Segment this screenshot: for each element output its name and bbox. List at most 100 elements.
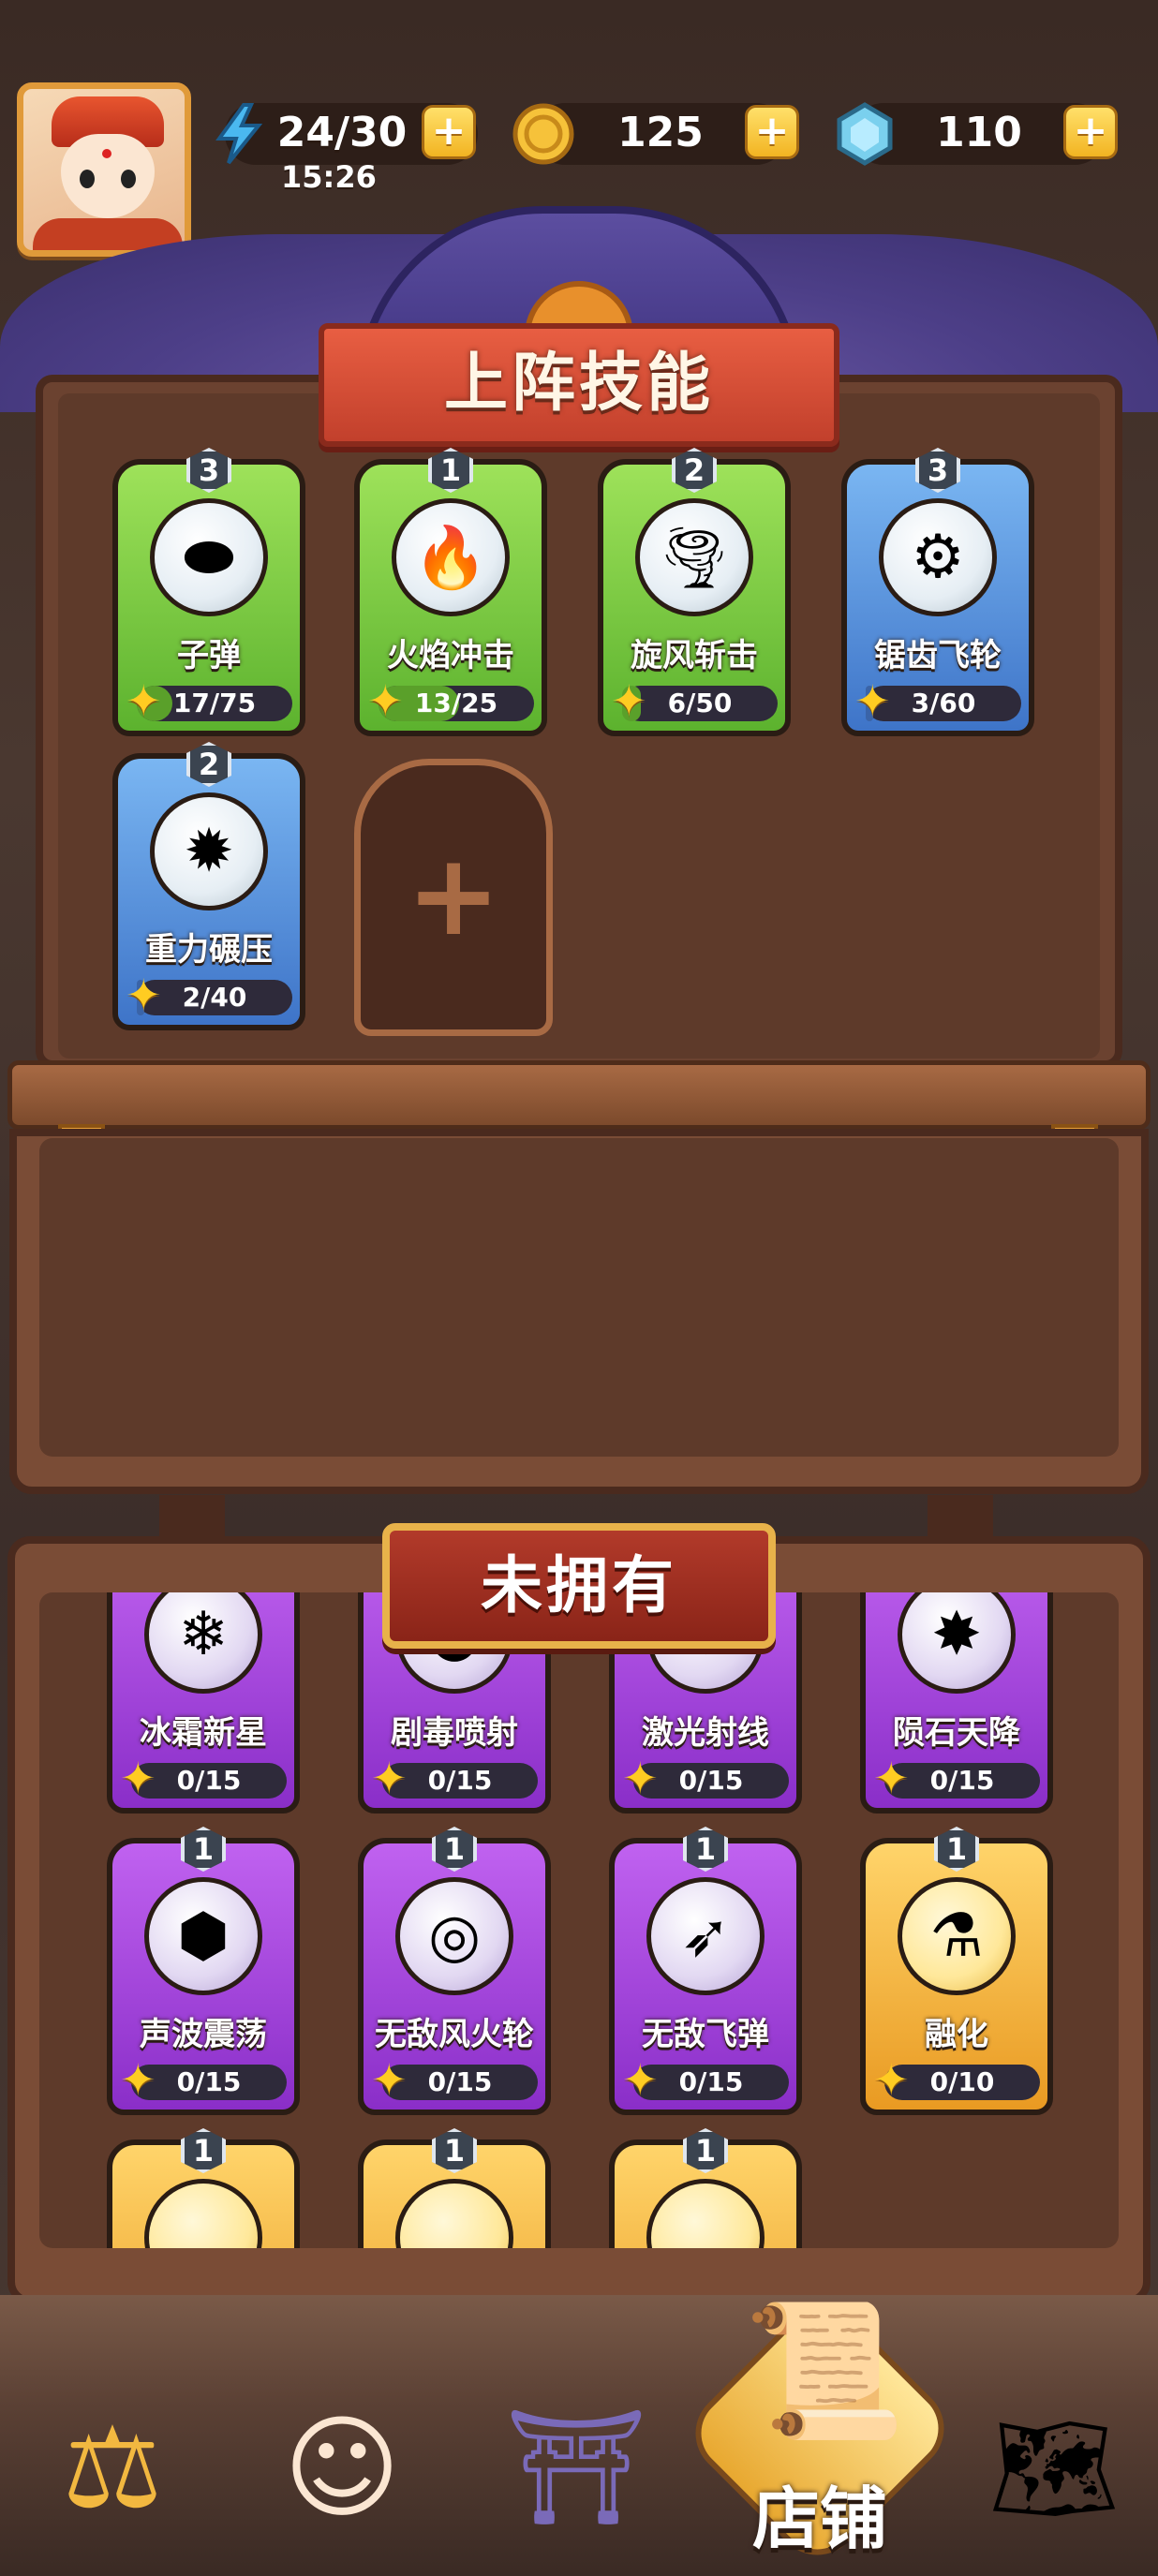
- shard-icon: ✦: [120, 2054, 156, 2105]
- sonic-cube-icon: ⬢: [144, 1877, 262, 1995]
- temple-icon: ⛩: [504, 2403, 648, 2533]
- skill-progress-text: 3/60: [911, 688, 976, 718]
- skill-name: 子弹: [177, 637, 241, 674]
- gold-skill-icon: [144, 2179, 262, 2248]
- skill-card[interactable]: 1 🔥 火焰冲击 13/25 ✦: [354, 448, 547, 736]
- gold-coin-icon: [511, 101, 576, 167]
- wooden-shelf: [7, 1060, 1151, 1130]
- nav-hero[interactable]: ☺: [253, 2379, 431, 2557]
- shard-icon: ✦: [611, 675, 647, 726]
- plus-icon: +: [406, 831, 501, 961]
- frost-nova-icon: ❄: [144, 1592, 262, 1694]
- fire-staff-icon: 🔥: [392, 498, 510, 616]
- skill-card[interactable]: 1: [609, 2128, 802, 2248]
- gold-skill-icon: [646, 2179, 765, 2248]
- skill-name: 无敌飞弹: [642, 2016, 769, 2053]
- nav-map[interactable]: 🗺: [965, 2379, 1143, 2557]
- skill-card[interactable]: 3 ⬬ 子弹 17/75 ✦: [112, 448, 305, 736]
- shard-icon: ✦: [367, 675, 404, 726]
- shard-icon: ✦: [854, 675, 891, 726]
- skill-card[interactable]: 1 ◎ 无敌风火轮 0/15 ✦: [358, 1827, 551, 2115]
- skill-progress-text: 0/10: [929, 2066, 995, 2097]
- skill-progress-text: 13/25: [414, 688, 498, 718]
- skill-level-badge: 1: [432, 1827, 477, 1872]
- skill-name: 旋风斩击: [631, 637, 758, 674]
- skill-progress-text: 0/15: [427, 1765, 493, 1796]
- saw-wheel-icon: ⚙: [879, 498, 997, 616]
- lightning-icon: [206, 101, 272, 167]
- shard-icon: ✦: [120, 1753, 156, 1803]
- skill-name: 无敌风火轮: [375, 2016, 534, 2053]
- player-avatar[interactable]: [17, 82, 191, 257]
- gem-icon: [832, 101, 898, 167]
- skill-card[interactable]: 1: [358, 2128, 551, 2248]
- shard-icon: ✦: [371, 2054, 408, 2105]
- skill-progress-text: 0/15: [929, 1765, 995, 1796]
- add-energy-button[interactable]: +: [422, 105, 476, 159]
- add-gold-button[interactable]: +: [745, 105, 799, 159]
- unowned-title: 未拥有: [481, 1549, 677, 1621]
- skill-progress-text: 0/15: [678, 2066, 744, 2097]
- skill-name: 火焰冲击: [387, 637, 514, 674]
- shard-icon: ✦: [126, 970, 162, 1020]
- unowned-skill-list[interactable]: ❄冰霜新星0/15✦●剧毒喷射0/15✦✦激光射线0/15✦✸陨石天降0/15✦…: [39, 1592, 1119, 2248]
- skill-card[interactable]: 1 ⬢ 声波震荡 0/15 ✦: [107, 1827, 300, 2115]
- skill-level-badge: 1: [181, 2128, 226, 2173]
- skill-name: 剧毒喷射: [391, 1714, 518, 1752]
- gold-value: 125: [617, 109, 704, 156]
- skill-progress-text: 0/15: [427, 2066, 493, 2097]
- skill-card[interactable]: 2 🌪 旋风斩击 6/50 ✦: [598, 448, 791, 736]
- shard-icon: ✦: [873, 1753, 910, 1803]
- skill-level-badge: 1: [181, 1827, 226, 1872]
- skill-progress-text: 6/50: [667, 688, 733, 718]
- skill-progress-text: 0/15: [176, 1765, 242, 1796]
- missile-icon: ➶: [646, 1877, 765, 1995]
- skill-name: 锯齿飞轮: [874, 637, 1002, 674]
- unowned-title-banner: 未拥有: [382, 1523, 776, 1649]
- skill-card[interactable]: 2 ✹ 重力碾压 2/40 ✦: [112, 742, 305, 1030]
- scales-icon: ⚖: [62, 2403, 163, 2534]
- skill-card[interactable]: ✸ 陨石天降 0/15 ✦: [860, 1592, 1053, 1814]
- nav-shop-label[interactable]: 店铺: [689, 2464, 951, 2562]
- skill-name: 冰霜新星: [140, 1714, 267, 1752]
- fire-wheel-icon: ◎: [395, 1877, 513, 1995]
- bullet-icon: ⬬: [150, 498, 268, 616]
- shard-icon: ✦: [873, 2054, 910, 2105]
- hero-icon: ☺: [283, 2403, 401, 2534]
- skill-level-badge: 1: [683, 1827, 728, 1872]
- gem-value: 110: [936, 109, 1022, 156]
- gold-skill-icon: [395, 2179, 513, 2248]
- tornado-icon: 🌪: [635, 498, 753, 616]
- equipped-title-banner: 上阵技能: [319, 323, 839, 447]
- spiked-mace-icon: ✹: [150, 792, 268, 910]
- skill-card[interactable]: 3 ⚙ 锯齿飞轮 3/60 ✦: [841, 448, 1034, 736]
- skill-name: 激光射线: [642, 1714, 769, 1752]
- nav-shop[interactable]: 📜: [721, 2295, 928, 2448]
- potion-icon: ⚗: [898, 1877, 1016, 1995]
- skill-progress-text: 2/40: [182, 982, 247, 1013]
- skill-card[interactable]: 1 ➶ 无敌飞弹 0/15 ✦: [609, 1827, 802, 2115]
- shard-icon: ✦: [622, 2054, 659, 2105]
- shard-icon: ✦: [371, 1753, 408, 1803]
- shard-icon: ✦: [126, 675, 162, 726]
- skill-progress-text: 0/15: [678, 1765, 744, 1796]
- skill-card[interactable]: 1 ⚗ 融化 0/10 ✦: [860, 1827, 1053, 2115]
- meteor-icon: ✸: [898, 1592, 1016, 1694]
- add-skill-slot[interactable]: +: [354, 759, 553, 1036]
- map-icon: 🗺: [988, 2407, 1120, 2528]
- energy-timer: 15:26: [281, 159, 377, 195]
- skill-level-badge: 1: [432, 2128, 477, 2173]
- energy-value: 24/30: [276, 109, 408, 156]
- nav-scales[interactable]: ⚖: [23, 2379, 201, 2557]
- skill-level-badge: 1: [934, 1827, 979, 1872]
- skill-name: 融化: [925, 2016, 988, 2053]
- skill-card[interactable]: ❄ 冰霜新星 0/15 ✦: [107, 1592, 300, 1814]
- skill-card[interactable]: 1: [107, 2128, 300, 2248]
- skill-progress-text: 17/75: [172, 688, 257, 718]
- scroll-icon: 📜: [742, 2295, 907, 2448]
- nav-temple[interactable]: ⛩: [487, 2379, 665, 2557]
- add-gem-button[interactable]: +: [1063, 105, 1118, 159]
- skill-level-badge: 1: [683, 2128, 728, 2173]
- shard-icon: ✦: [622, 1753, 659, 1803]
- skill-name: 陨石天降: [893, 1714, 1020, 1752]
